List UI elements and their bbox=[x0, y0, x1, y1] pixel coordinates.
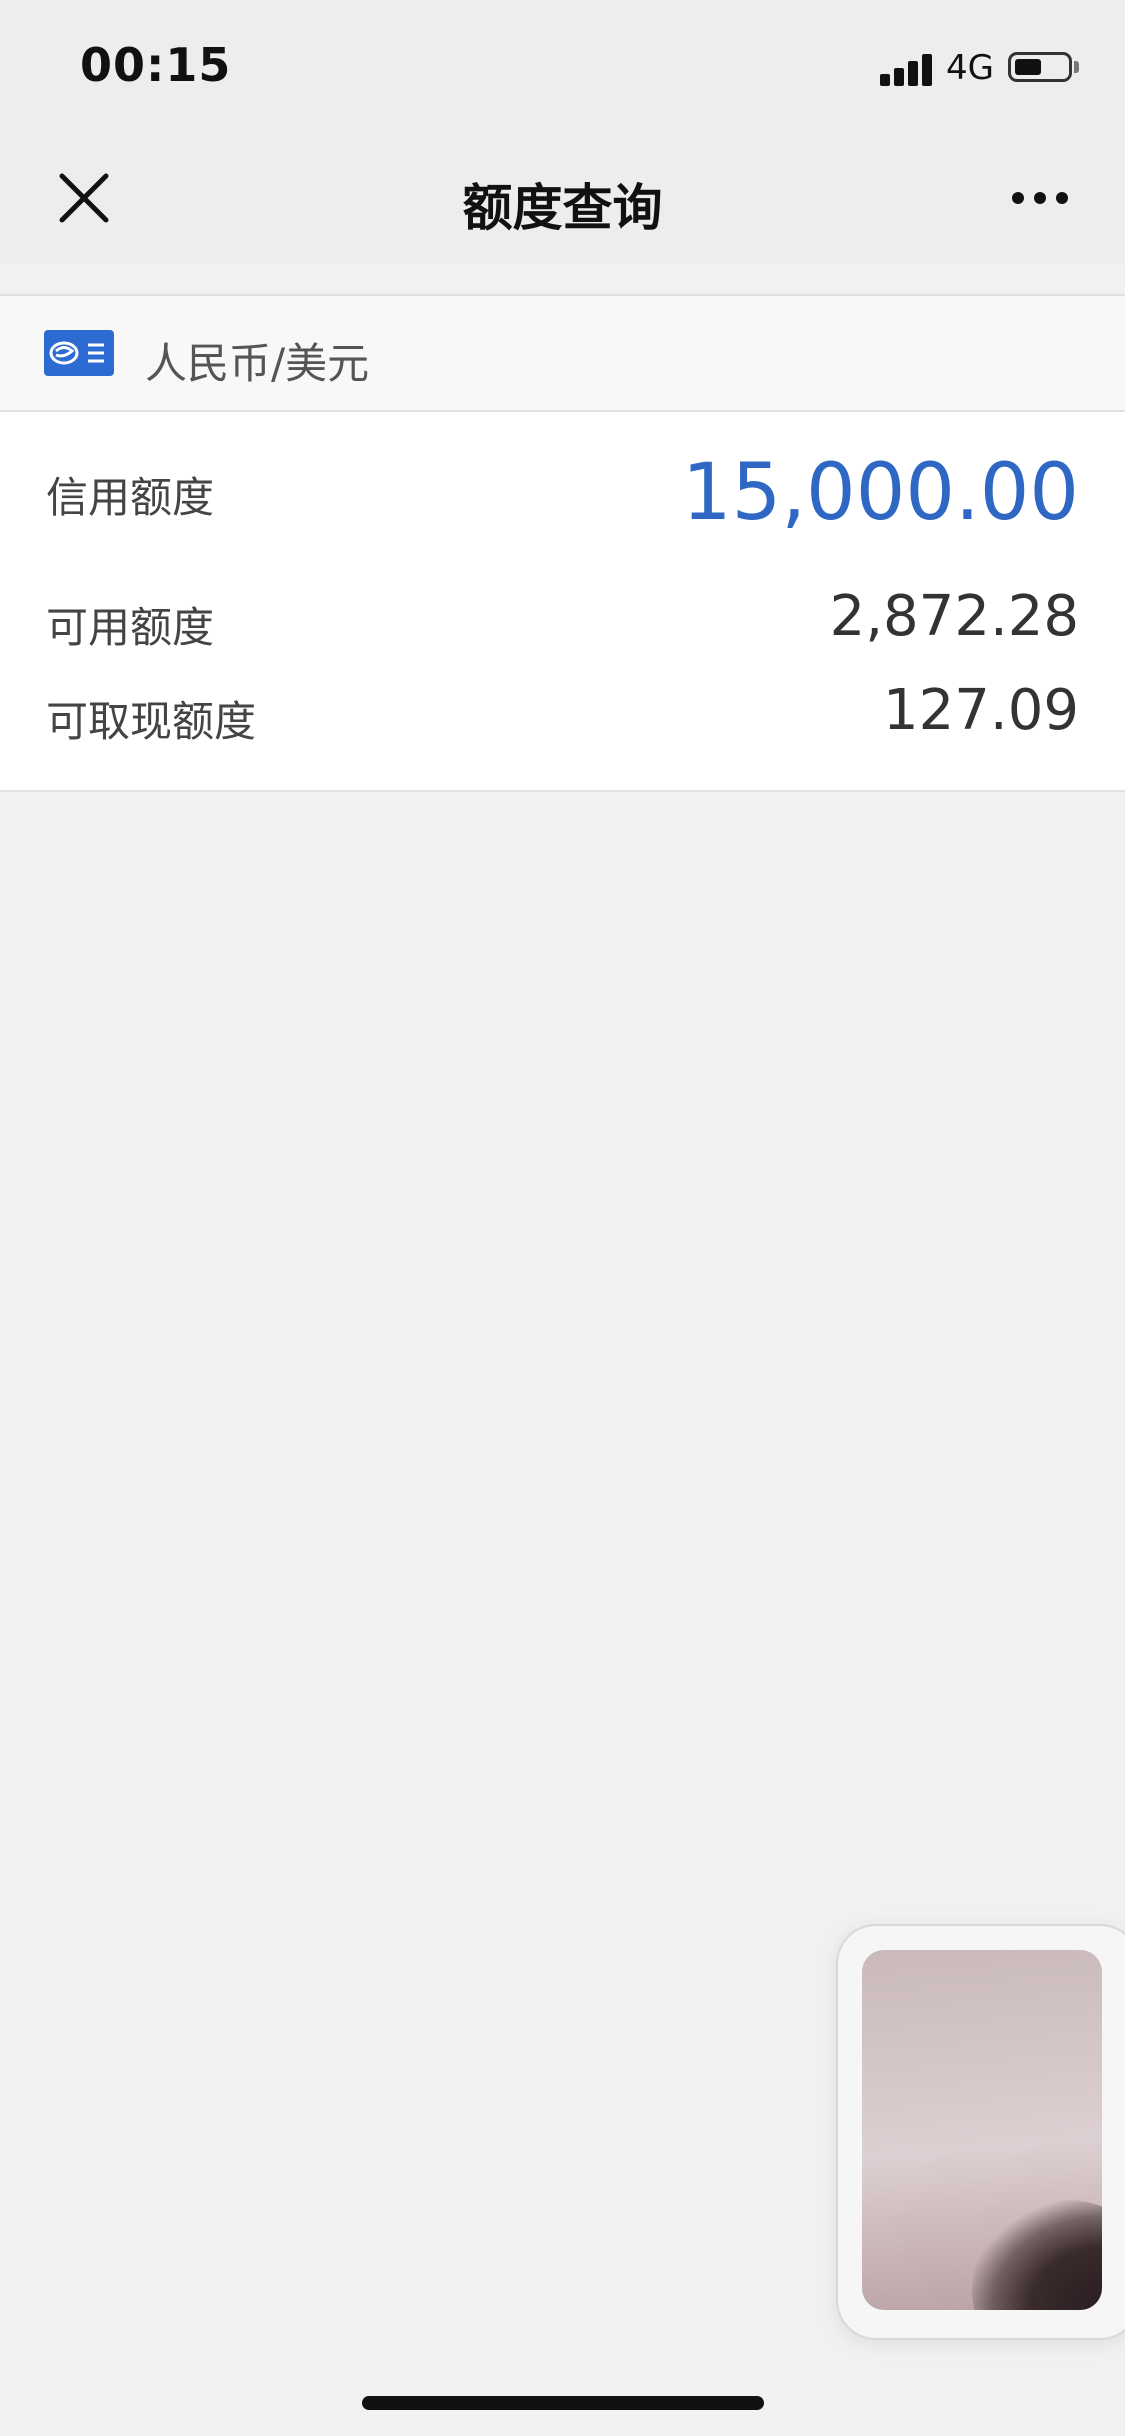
cash-limit-value: 127.09 bbox=[883, 678, 1079, 743]
cash-limit-label: 可取现额度 bbox=[46, 697, 257, 746]
network-type: 4G bbox=[946, 48, 994, 88]
more-dots-icon bbox=[1012, 192, 1024, 204]
currency-label: 人民币/美元 bbox=[145, 339, 370, 388]
bank-logo-icon bbox=[44, 330, 114, 376]
video-preview[interactable] bbox=[862, 1950, 1102, 2310]
status-time: 00:15 bbox=[80, 38, 232, 92]
signal-strength-icon bbox=[880, 52, 934, 86]
available-limit-label: 可用额度 bbox=[46, 603, 215, 652]
video-content bbox=[972, 2200, 1102, 2310]
more-options-button[interactable] bbox=[1010, 186, 1070, 210]
home-indicator[interactable] bbox=[362, 2396, 764, 2410]
battery-tip bbox=[1074, 61, 1079, 73]
credit-limit-label: 信用额度 bbox=[46, 473, 215, 522]
battery-icon bbox=[1008, 52, 1072, 82]
credit-limit-value: 15,000.00 bbox=[682, 448, 1079, 538]
available-limit-value: 2,872.28 bbox=[829, 584, 1079, 649]
page-title: 额度查询 bbox=[462, 179, 663, 237]
